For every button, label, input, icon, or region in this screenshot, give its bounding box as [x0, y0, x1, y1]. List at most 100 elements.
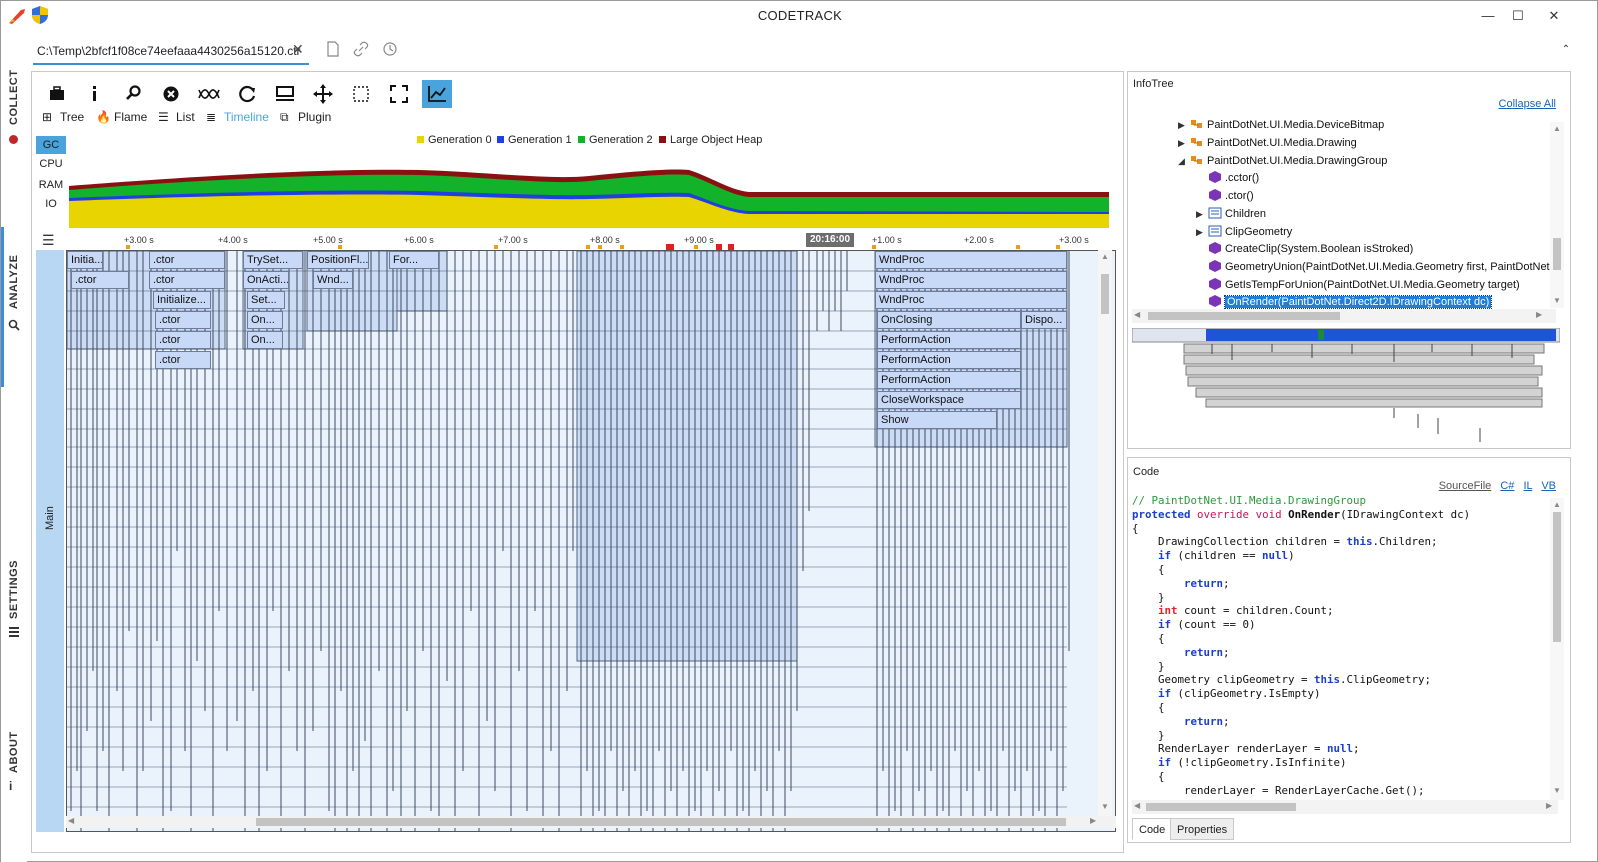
sidebar-tab-collect[interactable]: COLLECT	[1, 70, 27, 177]
tree-view-button[interactable]: ⊞ Tree	[42, 110, 84, 130]
tree-row-method[interactable]: CreateClip(System.Boolean isStroked)	[1196, 240, 1413, 258]
stack-frame[interactable]: .ctor	[149, 271, 225, 289]
stack-frame[interactable]: .ctor	[155, 311, 211, 329]
scroll-up-icon[interactable]: ▲	[1553, 124, 1561, 133]
new-document-icon[interactable]	[325, 41, 341, 57]
document-tab[interactable]: C:\Temp\2bfcf1f08ce74eefaaa4430256a15120…	[33, 37, 309, 65]
stack-frame[interactable]: Set...	[247, 291, 285, 309]
stack-frame[interactable]: CloseWorkspace	[877, 391, 1021, 409]
scrollbar-thumb[interactable]	[1146, 803, 1296, 811]
fullscreen-icon[interactable]	[384, 80, 414, 108]
plugin-view-button[interactable]: ⧉ Plugin	[280, 110, 331, 130]
panel-collapse-icon[interactable]: ⌃	[1551, 39, 1581, 61]
metric-gc-button[interactable]: GC	[36, 136, 66, 154]
stack-frame[interactable]: Show	[877, 411, 997, 429]
move-icon[interactable]	[308, 80, 338, 108]
tree-row-property[interactable]: ▶ ClipGeometry	[1196, 223, 1292, 241]
il-link[interactable]: IL	[1523, 480, 1532, 492]
source-file-link[interactable]: SourceFile	[1439, 480, 1492, 492]
scroll-left-icon[interactable]: ◀	[1134, 801, 1140, 810]
csharp-link[interactable]: C#	[1500, 480, 1514, 492]
scroll-right-icon[interactable]: ▶	[1090, 816, 1096, 825]
scroll-down-icon[interactable]: ▼	[1553, 296, 1561, 305]
timeline-menu-icon[interactable]: ☰	[42, 232, 55, 249]
scroll-left-icon[interactable]: ◀	[1134, 310, 1140, 319]
stack-frame[interactable]: OnActi...	[243, 271, 289, 289]
stack-frame[interactable]: PerformAction	[877, 331, 1021, 349]
tree-row-method[interactable]: .cctor()	[1196, 169, 1259, 187]
expand-icon[interactable]: ▶	[1196, 205, 1208, 223]
refresh-icon[interactable]	[232, 80, 262, 108]
scrollbar-thumb[interactable]	[256, 818, 1066, 826]
stack-frame[interactable]: For...	[389, 251, 439, 269]
stack-frame[interactable]: Wnd...	[313, 271, 353, 289]
stack-frame[interactable]: .ctor	[149, 251, 225, 269]
infotree-vertical-scrollbar[interactable]: ▲ ▼	[1550, 122, 1564, 308]
expand-icon[interactable]: ▶	[1196, 223, 1208, 241]
timeline-ruler[interactable]: +3.00 s +4.00 s +5.00 s +6.00 s +7.00 s …	[66, 232, 1116, 250]
maximize-button[interactable]: ☐	[1503, 5, 1533, 27]
call-tree-minimap[interactable]	[1132, 328, 1560, 446]
briefcase-icon[interactable]	[42, 80, 72, 108]
collapse-icon[interactable]: ◢	[1178, 152, 1190, 170]
stack-frame[interactable]: .ctor	[155, 331, 211, 349]
scroll-up-icon[interactable]: ▲	[1553, 500, 1561, 509]
tree-row-method[interactable]: GetIsTempForUnion(PaintDotNet.UI.Media.G…	[1196, 276, 1520, 294]
sidebar-tab-analyze[interactable]: ANALYZE	[1, 227, 27, 387]
metric-cpu-button[interactable]: CPU	[36, 155, 66, 173]
tree-row-property[interactable]: ▶ Children	[1196, 205, 1266, 223]
layout-icon[interactable]	[270, 80, 300, 108]
expand-icon[interactable]: ▶	[1178, 134, 1190, 152]
scrollbar-thumb[interactable]	[1553, 512, 1561, 642]
tree-row-method[interactable]: GeometryUnion(PaintDotNet.UI.Media.Geome…	[1196, 258, 1550, 276]
tab-code[interactable]: Code	[1132, 818, 1173, 840]
list-view-button[interactable]: ☰ List	[158, 110, 195, 130]
sidebar-tab-settings[interactable]: SETTINGS	[1, 560, 27, 671]
scroll-right-icon[interactable]: ▶	[1536, 310, 1542, 319]
stack-frame[interactable]: On...	[247, 311, 283, 329]
code-vertical-scrollbar[interactable]: ▲ ▼	[1550, 498, 1564, 800]
scroll-left-icon[interactable]: ◀	[68, 816, 74, 825]
close-tab-icon[interactable]: ✕	[292, 41, 304, 58]
stack-frame[interactable]: PerformAction	[877, 371, 1021, 389]
stack-frame[interactable]: WndProc	[875, 291, 1067, 309]
stack-frame[interactable]: WndProc	[875, 251, 1067, 269]
stack-frame[interactable]: TrySet...	[243, 251, 303, 269]
timeline-flame-graph[interactable]: Initia... .ctor TrySet... PositionFl... …	[66, 250, 1116, 832]
select-icon[interactable]	[346, 80, 376, 108]
vb-link[interactable]: VB	[1541, 480, 1556, 492]
history-icon[interactable]	[382, 41, 398, 57]
close-circle-icon[interactable]	[156, 80, 186, 108]
scrollbar-thumb[interactable]	[1553, 238, 1561, 270]
tree-row-class[interactable]: ▶ PaintDotNet.UI.Media.Drawing	[1178, 134, 1357, 152]
flame-view-button[interactable]: 🔥 Flame	[96, 110, 147, 130]
scrollbar-thumb[interactable]	[1148, 312, 1340, 320]
tab-properties[interactable]: Properties	[1170, 818, 1235, 840]
stack-frame[interactable]: .ctor	[71, 271, 129, 289]
flame-vertical-scrollbar[interactable]: ▲ ▼	[1098, 250, 1112, 816]
collapse-all-link[interactable]: Collapse All	[1499, 98, 1556, 110]
code-viewer[interactable]: // PaintDotNet.UI.Media.DrawingGroup prot…	[1132, 494, 1544, 800]
stack-frame[interactable]: WndProc	[875, 271, 1067, 289]
tree-row-class[interactable]: ◢ PaintDotNet.UI.Media.DrawingGroup	[1178, 152, 1387, 170]
flame-horizontal-scrollbar[interactable]: ◀ ▶	[66, 816, 1116, 828]
link-icon[interactable]	[353, 41, 369, 57]
close-button[interactable]: ✕	[1539, 5, 1569, 27]
wave-icon[interactable]	[194, 80, 224, 108]
expand-icon[interactable]: ▶	[1178, 116, 1190, 134]
stack-frame[interactable]: On...	[247, 331, 283, 349]
scroll-right-icon[interactable]: ▶	[1546, 801, 1552, 810]
tree-row-method[interactable]: .ctor()	[1196, 187, 1254, 205]
stack-frame[interactable]: Initia...	[67, 251, 103, 269]
info-icon[interactable]	[80, 80, 110, 108]
timeline-view-button[interactable]: ≣ Timeline	[206, 110, 269, 130]
stack-frame[interactable]: .ctor	[155, 351, 211, 369]
tree-row-class[interactable]: ▶ PaintDotNet.UI.Media.DeviceBitmap	[1178, 116, 1384, 134]
infotree-horizontal-scrollbar[interactable]: ◀ ▶	[1132, 309, 1556, 323]
chart-icon[interactable]	[422, 80, 452, 108]
scroll-down-icon[interactable]: ▼	[1553, 786, 1561, 795]
stack-frame[interactable]: PerformAction	[877, 351, 1021, 369]
stack-frame[interactable]: OnClosing	[877, 311, 1021, 329]
minimize-button[interactable]: —	[1473, 5, 1503, 27]
metric-ram-button[interactable]: RAM	[36, 176, 66, 194]
